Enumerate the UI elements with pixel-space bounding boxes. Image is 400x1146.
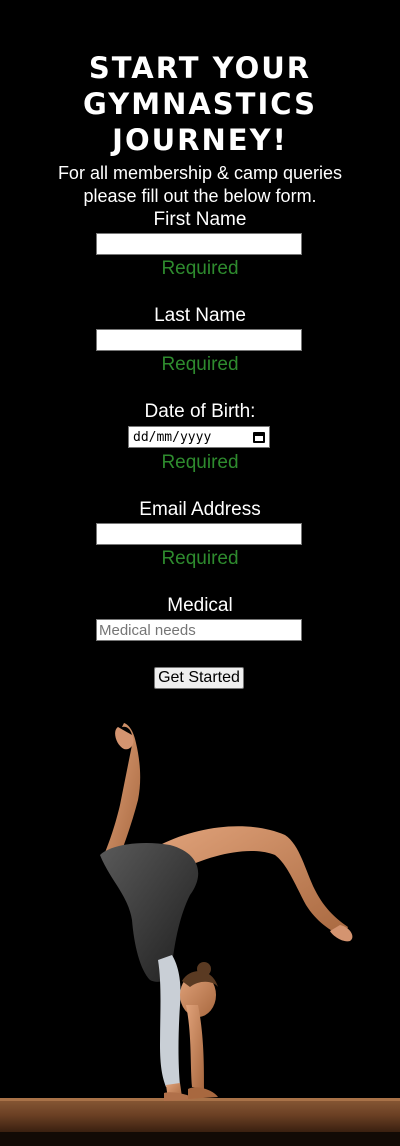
email-required: Required [161, 548, 239, 569]
first-name-input[interactable] [96, 233, 302, 255]
calendar-icon[interactable] [253, 431, 265, 443]
page-title: Start your gymnastics journey! [0, 50, 400, 158]
email-label: Email Address [139, 499, 261, 520]
medical-input[interactable] [96, 619, 302, 641]
gymnast-photo [0, 705, 400, 1146]
last-name-required: Required [161, 354, 239, 375]
dob-placeholder: dd/mm/yyyy [133, 429, 212, 445]
dob-required: Required [161, 452, 239, 473]
signup-page: Start your gymnastics journey! For all m… [0, 0, 400, 1146]
last-name-label: Last Name [154, 305, 246, 326]
title-line-1: Start your [88, 51, 312, 85]
get-started-button[interactable]: Get Started [154, 667, 244, 689]
dob-label: Date of Birth: [144, 401, 256, 422]
first-name-label: First Name [153, 209, 247, 230]
intro-line-2: please fill out the below form. [83, 186, 317, 206]
title-line-2: gymnastics [83, 87, 317, 121]
title-line-3: journey! [112, 123, 288, 157]
intro-text: For all membership & camp queries please… [0, 162, 400, 208]
dob-input[interactable]: dd/mm/yyyy [128, 426, 270, 448]
intro-line-1: For all membership & camp queries [57, 163, 343, 183]
email-input[interactable] [96, 523, 302, 545]
medical-label: Medical [167, 595, 233, 616]
last-name-input[interactable] [96, 329, 302, 351]
first-name-required: Required [161, 258, 239, 279]
